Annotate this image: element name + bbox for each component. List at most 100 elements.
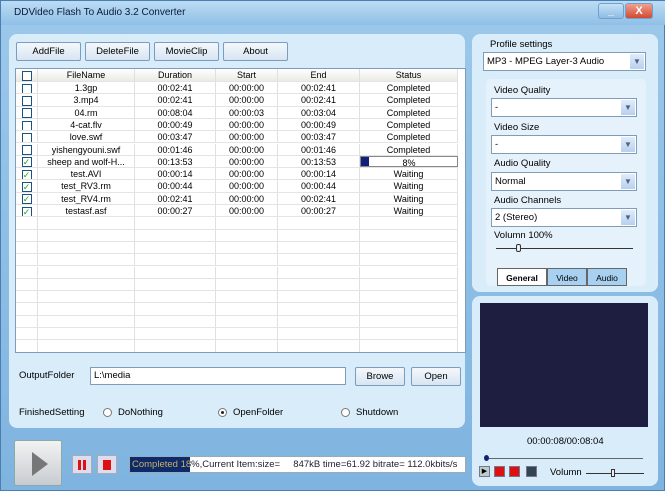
table-row[interactable]: ✓ sheep and wolf-H... 00:13:53 00:00:00 00:1… bbox=[16, 155, 458, 169]
row-checkbox-cell[interactable]: ✓ bbox=[16, 180, 38, 192]
row-checkbox[interactable]: ✓ bbox=[21, 206, 32, 217]
row-checkbox[interactable]: ✓ bbox=[21, 194, 32, 204]
about-button[interactable]: About bbox=[223, 42, 288, 61]
close-button[interactable]: X bbox=[625, 3, 653, 19]
cell-name: 4-cat.flv bbox=[38, 118, 135, 131]
volume-slider[interactable] bbox=[496, 244, 633, 252]
empty-row bbox=[16, 303, 458, 316]
col-start[interactable]: Start bbox=[216, 69, 278, 81]
cell-name: test.AVI bbox=[38, 168, 135, 180]
preview-pause-button[interactable] bbox=[494, 466, 505, 477]
row-checkbox-cell[interactable] bbox=[16, 106, 38, 118]
minimize-button[interactable]: _ bbox=[598, 3, 624, 19]
col-status[interactable]: Status bbox=[360, 69, 458, 81]
row-checkbox[interactable] bbox=[21, 132, 32, 143]
table-row[interactable]: ✓ test_RV3.rm 00:00:44 00:00:00 00:00:44 Wait… bbox=[16, 180, 458, 193]
radio-donothing[interactable]: DoNothing bbox=[103, 407, 163, 418]
audio-channels-label: Audio Channels bbox=[494, 195, 562, 206]
row-checkbox[interactable]: ✓ bbox=[21, 169, 32, 180]
tab-general[interactable]: General bbox=[497, 268, 547, 286]
row-checkbox-cell[interactable] bbox=[16, 82, 38, 94]
seek-slider[interactable] bbox=[484, 455, 643, 461]
slider-thumb[interactable] bbox=[611, 469, 615, 477]
row-checkbox[interactable] bbox=[21, 108, 32, 118]
start-convert-button[interactable] bbox=[14, 440, 62, 486]
profile-value: MP3 - MPEG Layer-3 Audio bbox=[487, 56, 605, 67]
row-checkbox-cell[interactable] bbox=[16, 131, 38, 143]
preview-volume-slider[interactable] bbox=[586, 469, 644, 477]
status-text: Completed 18%,Current Item:size= 847kB t… bbox=[132, 459, 458, 470]
video-quality-select[interactable]: - ▼ bbox=[491, 98, 637, 117]
table-row[interactable]: 3.mp4 00:02:41 00:00:00 00:02:41 Completed bbox=[16, 94, 458, 107]
table-row[interactable]: 04.rm 00:08:04 00:00:03 00:03:04 Completed bbox=[16, 106, 458, 119]
seek-thumb[interactable] bbox=[484, 455, 489, 461]
cell-duration: 00:01:46 bbox=[135, 143, 216, 155]
output-folder-input[interactable]: L:\media bbox=[90, 367, 346, 385]
row-checkbox-cell[interactable]: ✓ bbox=[16, 192, 38, 204]
row-checkbox-cell[interactable] bbox=[16, 143, 38, 155]
preview-play-button[interactable]: ▶ bbox=[479, 466, 490, 477]
pause-button[interactable] bbox=[72, 455, 92, 474]
output-folder-label: OutputFolder bbox=[19, 370, 75, 381]
radio-openfolder[interactable]: OpenFolder bbox=[218, 407, 283, 418]
preview-stop-button[interactable] bbox=[509, 466, 520, 477]
empty-row bbox=[16, 266, 458, 279]
cell-start: 00:00:00 bbox=[216, 94, 278, 106]
row-checkbox-cell[interactable] bbox=[16, 94, 38, 106]
radio-shutdown[interactable]: Shutdown bbox=[341, 407, 398, 418]
video-size-select[interactable]: - ▼ bbox=[491, 135, 637, 154]
row-checkbox[interactable] bbox=[21, 120, 32, 131]
slider-thumb[interactable] bbox=[516, 244, 521, 252]
table-row[interactable]: ✓ test.AVI 00:00:14 00:00:00 00:00:14 Waiting bbox=[16, 168, 458, 181]
audio-channels-select[interactable]: 2 (Stereo) ▼ bbox=[491, 208, 637, 227]
add-file-button[interactable]: AddFile bbox=[16, 42, 81, 61]
video-preview bbox=[480, 303, 648, 427]
row-checkbox-cell[interactable]: ✓ bbox=[16, 205, 38, 217]
stop-button[interactable] bbox=[97, 455, 117, 474]
browse-button[interactable]: Browe bbox=[355, 367, 405, 386]
tab-audio[interactable]: Audio bbox=[587, 268, 627, 286]
cell-duration: 00:02:41 bbox=[135, 192, 216, 204]
row-checkbox[interactable]: ✓ bbox=[21, 157, 32, 168]
table-row[interactable]: yishengyouni.swf 00:01:46 00:00:00 00:01:46… bbox=[16, 143, 458, 156]
select-value: Normal bbox=[495, 176, 526, 187]
col-filename[interactable]: FileName bbox=[38, 69, 135, 81]
video-size-label: Video Size bbox=[494, 122, 540, 133]
empty-row bbox=[16, 229, 458, 242]
table-row[interactable]: love.swf 00:03:47 00:00:00 00:03:47 Complete… bbox=[16, 131, 458, 144]
cell-end: 00:02:41 bbox=[278, 82, 360, 94]
delete-file-button[interactable]: DeleteFile bbox=[85, 42, 150, 61]
app-window: DDVideo Flash To Audio 3.2 Converter _ X… bbox=[0, 0, 665, 491]
row-checkbox-cell[interactable]: ✓ bbox=[16, 168, 38, 180]
table-row[interactable]: ✓ test_RV4.rm 00:02:41 00:00:00 00:02:41 Wait… bbox=[16, 192, 458, 205]
profile-select[interactable]: MP3 - MPEG Layer-3 Audio ▼ bbox=[483, 52, 646, 71]
movieclip-button[interactable]: MovieClip bbox=[154, 42, 219, 61]
row-checkbox[interactable] bbox=[21, 145, 32, 155]
audio-quality-select[interactable]: Normal ▼ bbox=[491, 172, 637, 191]
cell-start: 00:00:00 bbox=[216, 82, 278, 94]
col-duration[interactable]: Duration bbox=[135, 69, 216, 81]
open-button[interactable]: Open bbox=[411, 367, 461, 386]
row-checkbox[interactable] bbox=[21, 83, 32, 94]
select-all-checkbox[interactable] bbox=[21, 70, 32, 81]
table-row[interactable]: 1.3gp 00:02:41 00:00:00 00:02:41 Completed bbox=[16, 82, 458, 95]
row-checkbox-cell[interactable] bbox=[16, 118, 38, 131]
table-row[interactable]: ✓ testasf.asf 00:00:27 00:00:00 00:00:27 Wait… bbox=[16, 205, 458, 218]
empty-row bbox=[16, 315, 458, 328]
row-checkbox-cell[interactable]: ✓ bbox=[16, 155, 38, 168]
table-row[interactable]: 4-cat.flv 00:00:49 00:00:00 00:00:49 Complet… bbox=[16, 118, 458, 132]
cell-name: test_RV3.rm bbox=[38, 180, 135, 192]
tab-video[interactable]: Video bbox=[547, 268, 587, 286]
snapshot-button[interactable] bbox=[526, 466, 537, 477]
cell-start: 00:00:00 bbox=[216, 143, 278, 155]
chevron-down-icon: ▼ bbox=[621, 210, 635, 225]
cell-name: 04.rm bbox=[38, 106, 135, 118]
cell-end: 00:00:14 bbox=[278, 168, 360, 180]
row-checkbox[interactable] bbox=[21, 95, 32, 106]
col-end[interactable]: End bbox=[278, 69, 360, 81]
row-checkbox[interactable]: ✓ bbox=[21, 182, 32, 192]
chevron-down-icon: ▼ bbox=[630, 54, 644, 69]
preview-volume-label: Volumn bbox=[550, 467, 582, 478]
row-progress-fill bbox=[361, 156, 369, 167]
cell-name: testasf.asf bbox=[38, 205, 135, 217]
